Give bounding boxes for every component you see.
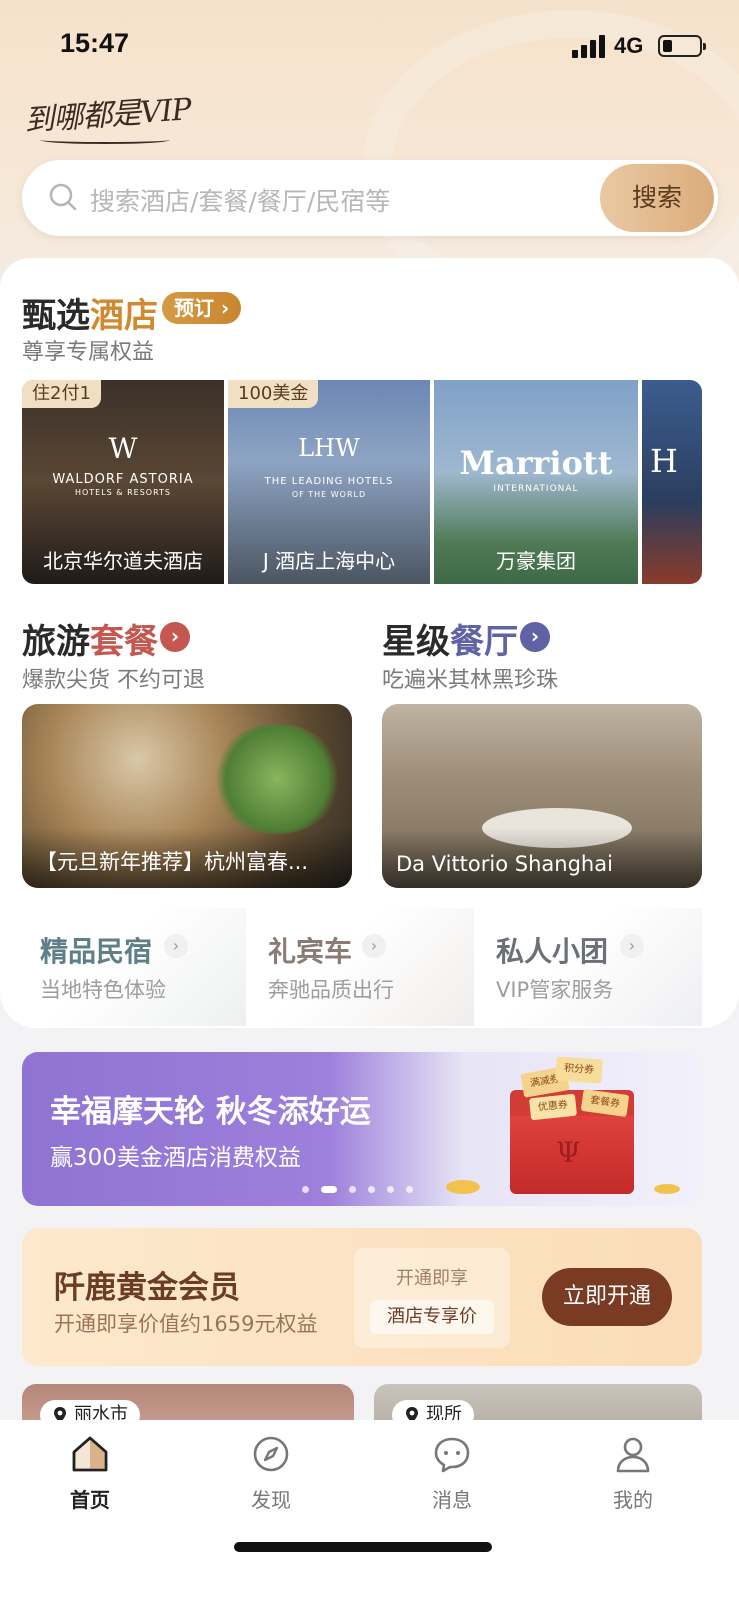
home-indicator[interactable] xyxy=(234,1542,492,1552)
dining-more-button[interactable]: › xyxy=(520,622,550,652)
hotel-card[interactable]: W WALDORF ASTORIA HOTELS & RESORTS 住2付1 … xyxy=(22,380,224,584)
hotels-subtitle: 尊享专属权益 xyxy=(22,340,155,365)
signal-icon xyxy=(572,34,608,58)
status-bar: 15:47 4G xyxy=(0,0,739,92)
bottom-tab-bar: 首页 发现 消息 我的 xyxy=(0,1420,739,1600)
hotel-offer-tag: 住2付1 xyxy=(22,380,101,408)
carousel-dot[interactable] xyxy=(406,1186,413,1193)
search-bar[interactable]: 搜索酒店/套餐/餐厅/民宿等 搜索 xyxy=(22,160,718,236)
hotel-card[interactable]: H xyxy=(642,380,702,584)
travel-more-button[interactable]: › xyxy=(160,622,190,652)
coin-icon xyxy=(446,1180,480,1194)
promo-banner[interactable]: 幸福摩天轮 秋冬添好运 赢300美金酒店消费权益 Ψ 满减券 积分券 优惠券 套… xyxy=(22,1052,702,1206)
entry-subtitle: VIP管家服务 xyxy=(496,978,614,1002)
tab-home[interactable]: 首页 xyxy=(30,1434,150,1514)
travel-title-accent: 套餐 xyxy=(90,622,158,662)
carousel-dot[interactable] xyxy=(349,1186,356,1193)
entry-private-tour[interactable]: 私人小团 › VIP管家服务 xyxy=(478,908,702,1026)
hotel-logo-text: WALDORF ASTORIA xyxy=(52,472,194,487)
perk-value: 酒店专享价 xyxy=(370,1300,494,1334)
search-input[interactable]: 搜索酒店/套餐/餐厅/民宿等 xyxy=(90,182,390,218)
carousel-dot[interactable] xyxy=(302,1186,309,1193)
tab-messages[interactable]: 消息 xyxy=(392,1434,512,1514)
hotels-title-accent: 酒店 xyxy=(90,296,158,336)
home-icon xyxy=(72,1436,108,1472)
carousel-dot[interactable] xyxy=(387,1186,394,1193)
search-button[interactable]: 搜索 xyxy=(600,164,714,232)
hotel-logo-text: THE LEADING HOTELS xyxy=(264,476,394,487)
tab-label: 首页 xyxy=(70,1488,110,1512)
entry-subtitle: 奔驰品质出行 xyxy=(268,978,394,1002)
travel-package-card[interactable]: 【元旦新年推荐】杭州富春... xyxy=(22,704,352,888)
membership-subtitle: 开通即享价值约1659元权益 xyxy=(54,1312,318,1336)
entry-limousine[interactable]: 礼宾车 › 奔驰品质出行 xyxy=(250,908,474,1026)
hotels-section-title: 甄选酒店 xyxy=(22,288,158,337)
hotels-book-badge[interactable]: 预订 › xyxy=(162,292,242,324)
open-membership-button[interactable]: 立即开通 xyxy=(542,1268,672,1326)
coin-icon xyxy=(654,1184,680,1194)
food-image xyxy=(212,724,342,834)
hotel-logo-text: H xyxy=(650,442,678,480)
location-card[interactable]: 现所 xyxy=(374,1384,702,1424)
dining-subtitle: 吃遍米其林黑珍珠 xyxy=(382,668,559,693)
entry-title: 精品民宿 xyxy=(40,935,153,968)
restaurant-name: Da Vittorio Shanghai xyxy=(396,852,613,876)
network-label: 4G xyxy=(614,33,644,58)
message-icon xyxy=(434,1437,470,1473)
hotel-carousel[interactable]: W WALDORF ASTORIA HOTELS & RESORTS 住2付1 … xyxy=(22,380,739,584)
compass-icon xyxy=(253,1436,289,1472)
hotel-name: 北京华尔道夫酒店 xyxy=(43,549,203,573)
tab-label: 消息 xyxy=(432,1488,472,1512)
travel-subtitle: 爆款尖货 不约可退 xyxy=(22,668,205,693)
travel-title-prefix: 旅游 xyxy=(22,622,90,662)
tab-label: 发现 xyxy=(251,1488,291,1512)
dining-section-title: 星级餐厅 xyxy=(382,614,518,663)
banner-title: 幸福摩天轮 秋冬添好运 xyxy=(50,1094,371,1130)
banner-subtitle: 赢300美金酒店消费权益 xyxy=(50,1145,301,1171)
hotel-logo-subtext: OF THE WORLD xyxy=(291,490,367,499)
travel-section-title: 旅游套餐 xyxy=(22,614,158,663)
slogan-underline xyxy=(40,136,170,144)
restaurant-card[interactable]: Da Vittorio Shanghai xyxy=(382,704,702,888)
hotel-logo-subtext: HOTELS & RESORTS xyxy=(74,488,172,497)
book-badge-label: 预订 xyxy=(174,296,214,320)
hotel-name: 万豪集团 xyxy=(496,549,576,573)
hotels-title-prefix: 甄选 xyxy=(22,296,90,336)
battery-icon xyxy=(658,35,706,57)
waldorf-logo-icon: W xyxy=(108,432,138,465)
tab-profile[interactable]: 我的 xyxy=(573,1434,693,1514)
entry-title: 礼宾车 xyxy=(268,935,353,968)
status-time: 15:47 xyxy=(60,28,130,58)
membership-perk-box: 开通即享 酒店专享价 xyxy=(354,1248,510,1348)
perk-label: 开通即享 xyxy=(396,1268,468,1289)
carousel-dot[interactable] xyxy=(321,1186,337,1193)
battery-level xyxy=(663,40,672,52)
entry-title: 私人小团 xyxy=(496,935,609,968)
hotel-logo-subtext: INTERNATIONAL xyxy=(493,484,579,494)
coupon-card: 积分券 xyxy=(555,1056,603,1084)
hotel-card[interactable]: Marriott INTERNATIONAL 万豪集团 xyxy=(434,380,638,584)
hotel-name: J 酒店上海中心 xyxy=(262,549,396,573)
hotel-card[interactable]: LHW THE LEADING HOTELS OF THE WORLD 100美… xyxy=(228,380,430,584)
entry-subtitle: 当地特色体验 xyxy=(40,978,166,1002)
deer-logo-icon: Ψ xyxy=(556,1136,581,1169)
membership-title: 阡鹿黄金会员 xyxy=(54,1270,240,1306)
search-icon xyxy=(49,183,77,211)
hotel-logo-text: Marriott xyxy=(459,444,613,482)
lhw-logo-icon: LHW xyxy=(298,434,360,462)
chevron-right-icon: › xyxy=(620,934,644,958)
dining-title-prefix: 星级 xyxy=(382,622,450,662)
chevron-right-icon: › xyxy=(164,934,188,958)
dining-title-accent: 餐厅 xyxy=(450,622,518,662)
chevron-right-icon: › xyxy=(362,934,386,958)
location-card[interactable]: 丽水市 xyxy=(22,1384,354,1424)
tab-discover[interactable]: 发现 xyxy=(211,1434,331,1514)
membership-card[interactable]: 阡鹿黄金会员 开通即享价值约1659元权益 开通即享 酒店专享价 立即开通 xyxy=(22,1228,702,1366)
tab-label: 我的 xyxy=(613,1488,653,1512)
user-icon xyxy=(616,1437,650,1473)
hotel-offer-tag: 100美金 xyxy=(228,380,319,408)
package-name: 【元旦新年推荐】杭州富春... xyxy=(36,850,309,874)
entry-homestay[interactable]: 精品民宿 › 当地特色体验 xyxy=(22,908,246,1026)
carousel-dot[interactable] xyxy=(368,1186,375,1193)
